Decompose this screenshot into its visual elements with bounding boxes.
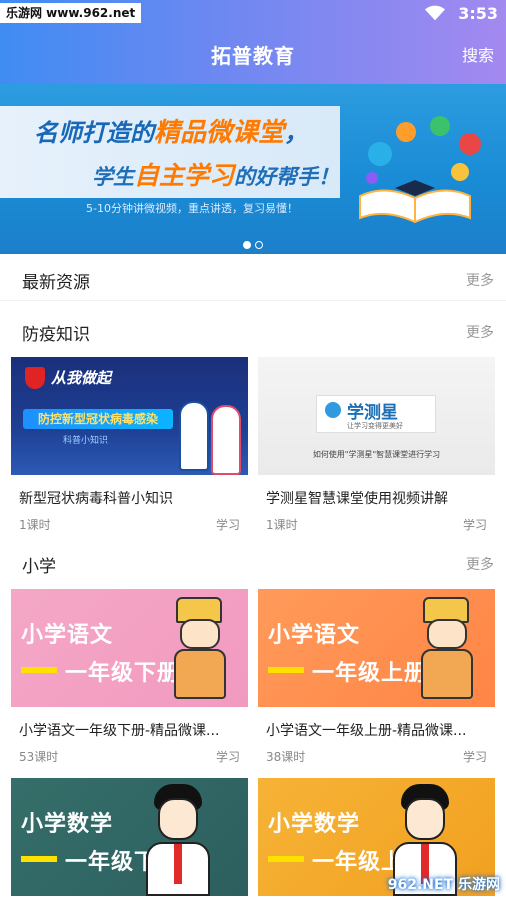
- corner-watermark: 962.NET 乐游网: [387, 877, 500, 893]
- course-meta: 1课时 学习: [266, 516, 487, 533]
- pager-dot-1[interactable]: [243, 241, 251, 249]
- study-button[interactable]: 学习: [463, 516, 487, 533]
- brand-logo-icon: [325, 402, 341, 418]
- tie-shape: [174, 844, 182, 884]
- thumb-heading: 从我做起: [51, 369, 112, 387]
- face-shape: [180, 619, 220, 649]
- shield-icon: [25, 367, 45, 389]
- site-watermark: 乐游网 www.962.net: [0, 3, 142, 23]
- body-shape: [421, 649, 473, 699]
- face-shape: [405, 798, 445, 840]
- section-title-fangyi: 防疫知识: [22, 325, 90, 345]
- course-title: 新型冠状病毒科普小知识: [19, 491, 173, 507]
- thumb-ribbon: 防控新型冠状病毒感染: [23, 409, 173, 429]
- doctor-illustration: [179, 401, 209, 471]
- banner-line2-a: 学生: [92, 165, 134, 189]
- teacher-illustration: [138, 784, 218, 896]
- app-header: 乐游网 www.962.net 3:53 拓普教育 搜索: [0, 0, 506, 84]
- education-icons-cluster: [366, 116, 481, 184]
- thumb-subject: 小学语文: [21, 623, 114, 648]
- wifi-icon: [425, 5, 446, 21]
- course-title: 学测星智慧课堂使用视频讲解: [266, 491, 448, 507]
- study-button[interactable]: 学习: [463, 748, 487, 765]
- banner-line-3: 5-10分钟讲微视频，重点讲透，复习易懂！: [86, 202, 298, 215]
- lesson-count: 1课时: [19, 518, 51, 532]
- banner-line1-c: ，: [284, 119, 309, 147]
- thumb-grade: 一年级上册: [268, 655, 427, 687]
- banner-line-1: 名师打造的精品微课堂，: [34, 112, 308, 149]
- lesson-count: 53课时: [19, 750, 59, 764]
- pager-dot-2[interactable]: [255, 241, 263, 249]
- nurse-illustration: [211, 405, 241, 475]
- brand-box: 学测星 让学习变得更美好: [316, 395, 436, 433]
- banner-line2-c: 的好帮手！: [234, 165, 340, 189]
- lesson-count: 38课时: [266, 750, 306, 764]
- banner-line2-highlight: 自主学习: [134, 161, 235, 190]
- brand-name: 学测星: [347, 403, 398, 423]
- study-button[interactable]: 学习: [216, 748, 240, 765]
- course-meta: 1课时 学习: [19, 516, 240, 533]
- more-link-latest[interactable]: 更多: [466, 270, 494, 290]
- search-button[interactable]: 搜索: [462, 42, 494, 66]
- course-card-xuecexing[interactable]: 学测星 让学习变得更美好 如何使用"学测星"智慧课堂进行学习 学测星智慧课堂使用…: [258, 357, 495, 533]
- brand-slogan: 让学习变得更美好: [347, 422, 403, 430]
- course-title: 小学语文一年级上册-精品微课...: [266, 723, 467, 739]
- course-thumbnail: 小学数学 一年级下册: [11, 778, 248, 896]
- course-card-chinese-g1-down[interactable]: 小学语文 一年级下册 小学语文一年级下册-精品微课... 53课时 学习: [11, 589, 248, 765]
- course-thumbnail: 从我做起 防控新型冠状病毒感染 科普小知识: [11, 357, 248, 475]
- thumb-grade: 一年级下册: [21, 655, 180, 687]
- thumb-subject: 小学语文: [268, 623, 361, 648]
- face-shape: [158, 798, 198, 840]
- course-meta: 38课时 学习: [266, 748, 487, 765]
- course-thumbnail: 小学语文 一年级上册: [258, 589, 495, 707]
- promo-banner[interactable]: 名师打造的精品微课堂， 学生自主学习的好帮手！ 5-10分钟讲微视频，重点讲透，…: [0, 84, 506, 254]
- study-button[interactable]: 学习: [216, 516, 240, 533]
- section-title-primary: 小学: [22, 557, 56, 577]
- body-shape: [174, 649, 226, 699]
- more-link-fangyi[interactable]: 更多: [466, 322, 494, 342]
- thumb-caption: 如何使用"学测星"智慧课堂进行学习: [312, 450, 441, 459]
- page-title: 拓普教育: [211, 44, 295, 68]
- course-card-chinese-g1-up[interactable]: 小学语文 一年级上册 小学语文一年级上册-精品微课... 38课时 学习: [258, 589, 495, 765]
- section-fangyi: 防疫知识 更多: [22, 320, 494, 345]
- lesson-count: 1课时: [266, 518, 298, 532]
- scholar-kid-illustration: [164, 597, 234, 705]
- divider: [0, 300, 506, 301]
- course-thumbnail: 学测星 让学习变得更美好 如何使用"学测星"智慧课堂进行学习: [258, 357, 495, 475]
- course-card-math-g1-down[interactable]: 小学数学 一年级下册: [11, 778, 248, 896]
- face-shape: [427, 619, 467, 649]
- status-bar: 乐游网 www.962.net 3:53: [0, 0, 506, 26]
- banner-pager[interactable]: [0, 241, 506, 249]
- scholar-kid-illustration: [411, 597, 481, 705]
- thumb-subject: 小学数学: [268, 812, 361, 837]
- more-link-primary[interactable]: 更多: [466, 554, 494, 574]
- thumb-grade-text: 一年级下册: [65, 661, 181, 686]
- banner-line1-highlight: 精品微课堂: [154, 118, 285, 148]
- banner-line-2: 学生自主学习的好帮手！: [92, 156, 339, 192]
- course-card-epidemic[interactable]: 从我做起 防控新型冠状病毒感染 科普小知识 新型冠状病毒科普小知识 1课时 学习: [11, 357, 248, 533]
- thumb-subtitle: 科普小知识: [63, 436, 109, 446]
- section-primary: 小学 更多: [22, 552, 494, 577]
- section-title-latest: 最新资源: [22, 273, 90, 293]
- course-meta: 53课时 学习: [19, 748, 240, 765]
- course-title: 小学语文一年级下册-精品微课...: [19, 723, 220, 739]
- status-time: 3:53: [458, 3, 498, 23]
- banner-line1-a: 名师打造的: [34, 119, 154, 147]
- thumb-grade-text: 一年级上册: [312, 661, 428, 686]
- status-right: 3:53: [424, 2, 498, 24]
- section-latest: 最新资源 更多: [22, 268, 494, 293]
- thumb-subject: 小学数学: [21, 812, 114, 837]
- course-thumbnail: 小学语文 一年级下册: [11, 589, 248, 707]
